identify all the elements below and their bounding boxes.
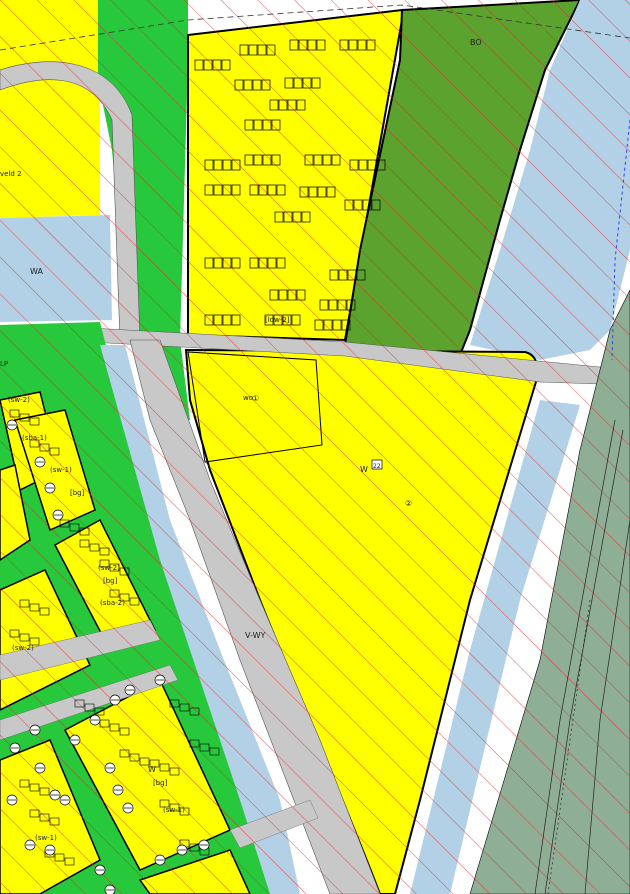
label-sba2: (sba-2) bbox=[100, 599, 125, 607]
label-sw1-b: (sw-1) bbox=[163, 806, 185, 814]
label-bg-b: [bg] bbox=[103, 577, 118, 585]
label-v-wy: V-WY bbox=[245, 631, 265, 640]
label-w-south: W bbox=[148, 765, 156, 774]
label-sw2-b: (sw-2) bbox=[98, 564, 120, 572]
label-lp: LP bbox=[0, 360, 8, 368]
label-circle-2: ② bbox=[405, 499, 412, 508]
label-sw1-c: (sw-1) bbox=[35, 834, 57, 842]
label-veld: veld 2 bbox=[0, 170, 22, 178]
label-bo: BO bbox=[470, 38, 482, 47]
tree-icon bbox=[104, 884, 116, 894]
label-sw2-a: (sw-2) bbox=[8, 396, 30, 404]
label-bg-a: [bg] bbox=[70, 489, 85, 497]
label-wo-plot: wo bbox=[243, 394, 253, 402]
label-circle-1: ① bbox=[252, 394, 259, 403]
label-sw1-a: (sw-1) bbox=[50, 466, 72, 474]
label-ldw: [ldw-2] bbox=[265, 316, 290, 324]
label-bg-c: [bg] bbox=[153, 779, 168, 787]
label-wa: WA bbox=[30, 267, 43, 276]
label-sw2-c: (sw-2) bbox=[12, 644, 34, 652]
zoning-map[interactable]: BO WA veld 2 W 22 ② ① wo V-WY LP (sw-2) … bbox=[0, 0, 630, 894]
label-w-main: W bbox=[360, 465, 368, 474]
map-canvas[interactable]: BO WA veld 2 W 22 ② ① wo V-WY LP (sw-2) … bbox=[0, 0, 630, 894]
label-boxed-code: 22 bbox=[373, 463, 381, 470]
label-sba1: (sba-1) bbox=[22, 434, 47, 442]
hatch-overlay bbox=[0, 0, 630, 894]
